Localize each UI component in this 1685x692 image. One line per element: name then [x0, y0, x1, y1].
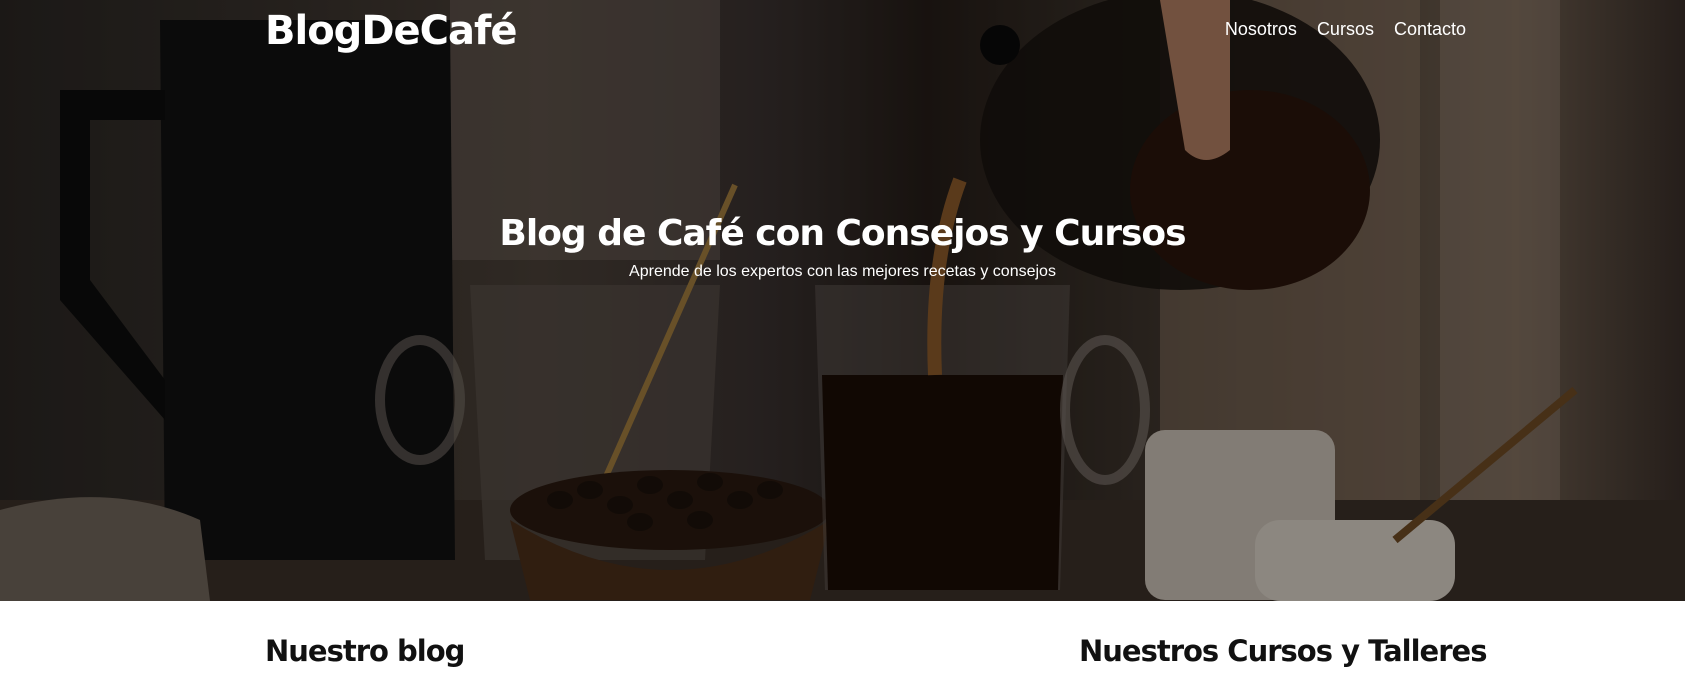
nav-link-cursos[interactable]: Cursos — [1317, 19, 1374, 40]
nav-link-contacto[interactable]: Contacto — [1394, 19, 1466, 40]
main-nav: Nosotros Cursos Contacto — [1225, 19, 1466, 40]
hero-title: Blog de Café con Consejos y Cursos — [499, 213, 1186, 254]
nav-link-nosotros[interactable]: Nosotros — [1225, 19, 1297, 40]
hero-text: Blog de Café con Consejos y Cursos Apren… — [0, 213, 1685, 281]
hero-subtitle: Aprende de los expertos con las mejores … — [629, 263, 1056, 280]
courses-section-title: Nuestros Cursos y Talleres — [1079, 634, 1487, 668]
hero-banner: BlogDeCafé Nosotros Cursos Contacto Blog… — [0, 0, 1685, 601]
site-logo[interactable]: BlogDeCafé — [265, 8, 518, 54]
hero-overlay — [0, 0, 1685, 601]
blog-section-title: Nuestro blog — [265, 634, 465, 668]
